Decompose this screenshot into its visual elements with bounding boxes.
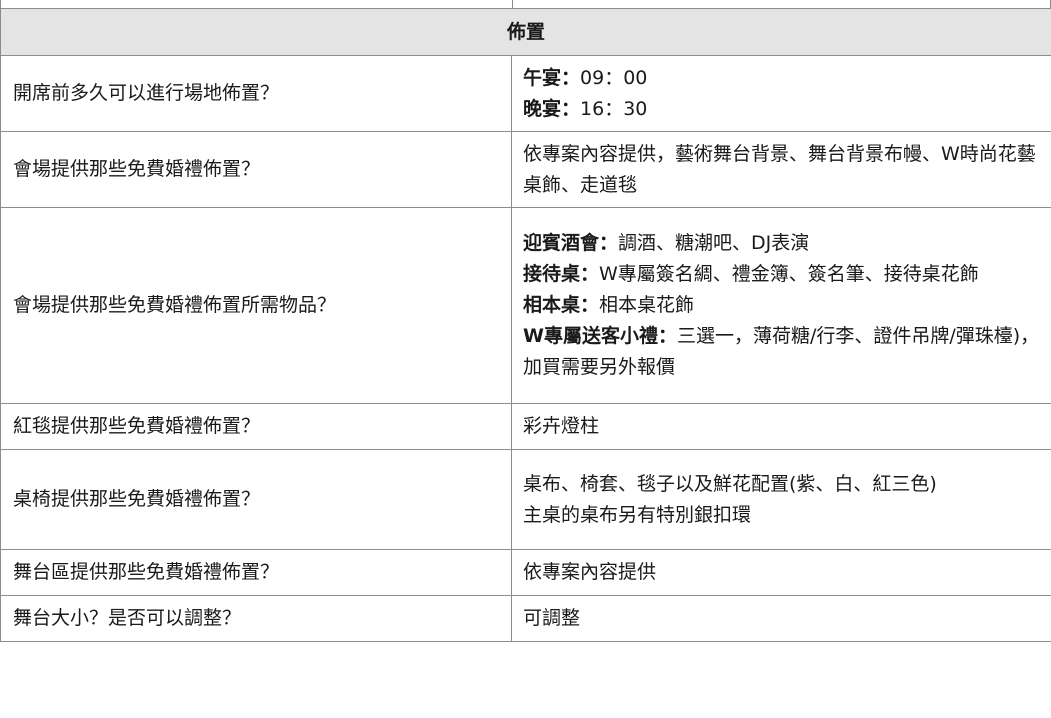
answer-text: 16：30 bbox=[580, 97, 648, 120]
table-row: 舞台大小？是否可以調整？ 可調整 bbox=[0, 595, 1051, 642]
answer-line: 可調整 bbox=[523, 603, 1041, 634]
answer-text: 依專案內容提供，藝術舞台背景、舞台背景布幔、W時尚花藝桌飾、走道毯 bbox=[523, 142, 1036, 196]
section-title: 佈置 bbox=[0, 8, 1051, 56]
answer-cell: 依專案內容提供，藝術舞台背景、舞台背景布幔、W時尚花藝桌飾、走道毯 bbox=[510, 131, 1051, 208]
answer-line: 接待桌：W專屬簽名綢、禮金簿、簽名筆、接待桌花飾 bbox=[523, 259, 1041, 290]
answer-line: 依專案內容提供，藝術舞台背景、舞台背景布幔、W時尚花藝桌飾、走道毯 bbox=[523, 139, 1041, 201]
answer-cell: 彩卉燈柱 bbox=[510, 403, 1051, 450]
answer-line: 依專案內容提供 bbox=[523, 557, 1041, 588]
answer-cell: 桌布、椅套、毯子以及鮮花配置(紫、白、紅三色) 主桌的桌布另有特別銀扣環 bbox=[510, 449, 1051, 550]
answer-line: 彩卉燈柱 bbox=[523, 411, 1041, 442]
answer-line: 晚宴：16：30 bbox=[523, 94, 1041, 125]
answer-text: 桌布、椅套、毯子以及鮮花配置(紫、白、紅三色) bbox=[523, 472, 937, 495]
question-cell: 會場提供那些免費婚禮佈置所需物品？ bbox=[0, 207, 512, 404]
answer-cell: 可調整 bbox=[510, 595, 1051, 642]
answer-label: 接待桌： bbox=[523, 263, 600, 285]
answer-label: 迎賓酒會： bbox=[523, 232, 619, 254]
answer-line: 主桌的桌布另有特別銀扣環 bbox=[523, 500, 1041, 531]
section-header-row: 佈置 bbox=[0, 8, 1051, 56]
answer-label: 午宴： bbox=[523, 66, 581, 89]
table-row: 會場提供那些免費婚禮佈置所需物品？ 迎賓酒會：調酒、糖潮吧、DJ表演 接待桌：W專屬… bbox=[0, 207, 1051, 404]
table-row: 舞台區提供那些免費婚禮佈置？ 依專案內容提供 bbox=[0, 549, 1051, 596]
table-row: 紅毯提供那些免費婚禮佈置？ 彩卉燈柱 bbox=[0, 403, 1051, 450]
answer-line: 迎賓酒會：調酒、糖潮吧、DJ表演 bbox=[523, 228, 1041, 259]
answer-label: 晚宴： bbox=[523, 97, 581, 120]
answer-text: W專屬簽名綢、禮金簿、簽名筆、接待桌花飾 bbox=[599, 263, 979, 285]
table-row: 桌椅提供那些免費婚禮佈置？ 桌布、椅套、毯子以及鮮花配置(紫、白、紅三色) 主桌的桌… bbox=[0, 449, 1051, 550]
answer-line: W專屬送客小禮：三選一，薄荷糖/行李、證件吊牌/彈珠檯)，加買需要另外報價 bbox=[523, 321, 1041, 383]
table-top-continuation bbox=[0, 0, 1051, 8]
answer-line: 相本桌：相本桌花飾 bbox=[523, 290, 1041, 321]
answer-cell: 午宴：09：00 晚宴：16：30 bbox=[510, 55, 1051, 132]
answer-text: 相本桌花飾 bbox=[599, 294, 695, 316]
table-row: 開席前多久可以進行場地佈置？ 午宴：09：00 晚宴：16：30 bbox=[0, 55, 1051, 132]
answer-label: 相本桌： bbox=[523, 294, 600, 316]
answer-line: 午宴：09：00 bbox=[523, 63, 1041, 94]
answer-text: 彩卉燈柱 bbox=[523, 415, 600, 437]
question-cell: 紅毯提供那些免費婚禮佈置？ bbox=[0, 403, 512, 450]
venue-setup-faq-table: 佈置 開席前多久可以進行場地佈置？ 午宴：09：00 晚宴：16：30 會場提供那些免… bbox=[0, 8, 1051, 642]
answer-text: 主桌的桌布另有特別銀扣環 bbox=[523, 503, 752, 526]
answer-label: W專屬送客小禮： bbox=[523, 325, 677, 347]
column-divider bbox=[512, 0, 513, 8]
question-cell: 會場提供那些免費婚禮佈置？ bbox=[0, 131, 512, 208]
answer-text: 調酒、糖潮吧、DJ表演 bbox=[618, 232, 810, 254]
answer-cell: 迎賓酒會：調酒、糖潮吧、DJ表演 接待桌：W專屬簽名綢、禮金簿、簽名筆、接待桌花飾… bbox=[510, 207, 1051, 404]
question-cell: 桌椅提供那些免費婚禮佈置？ bbox=[0, 449, 512, 550]
answer-cell: 依專案內容提供 bbox=[510, 549, 1051, 596]
question-cell: 開席前多久可以進行場地佈置？ bbox=[0, 55, 512, 132]
answer-line: 桌布、椅套、毯子以及鮮花配置(紫、白、紅三色) bbox=[523, 469, 1041, 500]
table-row: 會場提供那些免費婚禮佈置？ 依專案內容提供，藝術舞台背景、舞台背景布幔、W時尚花藝… bbox=[0, 131, 1051, 208]
answer-text: 09：00 bbox=[580, 66, 648, 89]
question-cell: 舞台區提供那些免費婚禮佈置？ bbox=[0, 549, 512, 596]
answer-text: 可調整 bbox=[523, 607, 581, 629]
question-cell: 舞台大小？是否可以調整？ bbox=[0, 595, 512, 642]
answer-text: 依專案內容提供 bbox=[523, 561, 657, 583]
faq-body: 開席前多久可以進行場地佈置？ 午宴：09：00 晚宴：16：30 會場提供那些免費婚禮… bbox=[0, 55, 1051, 642]
